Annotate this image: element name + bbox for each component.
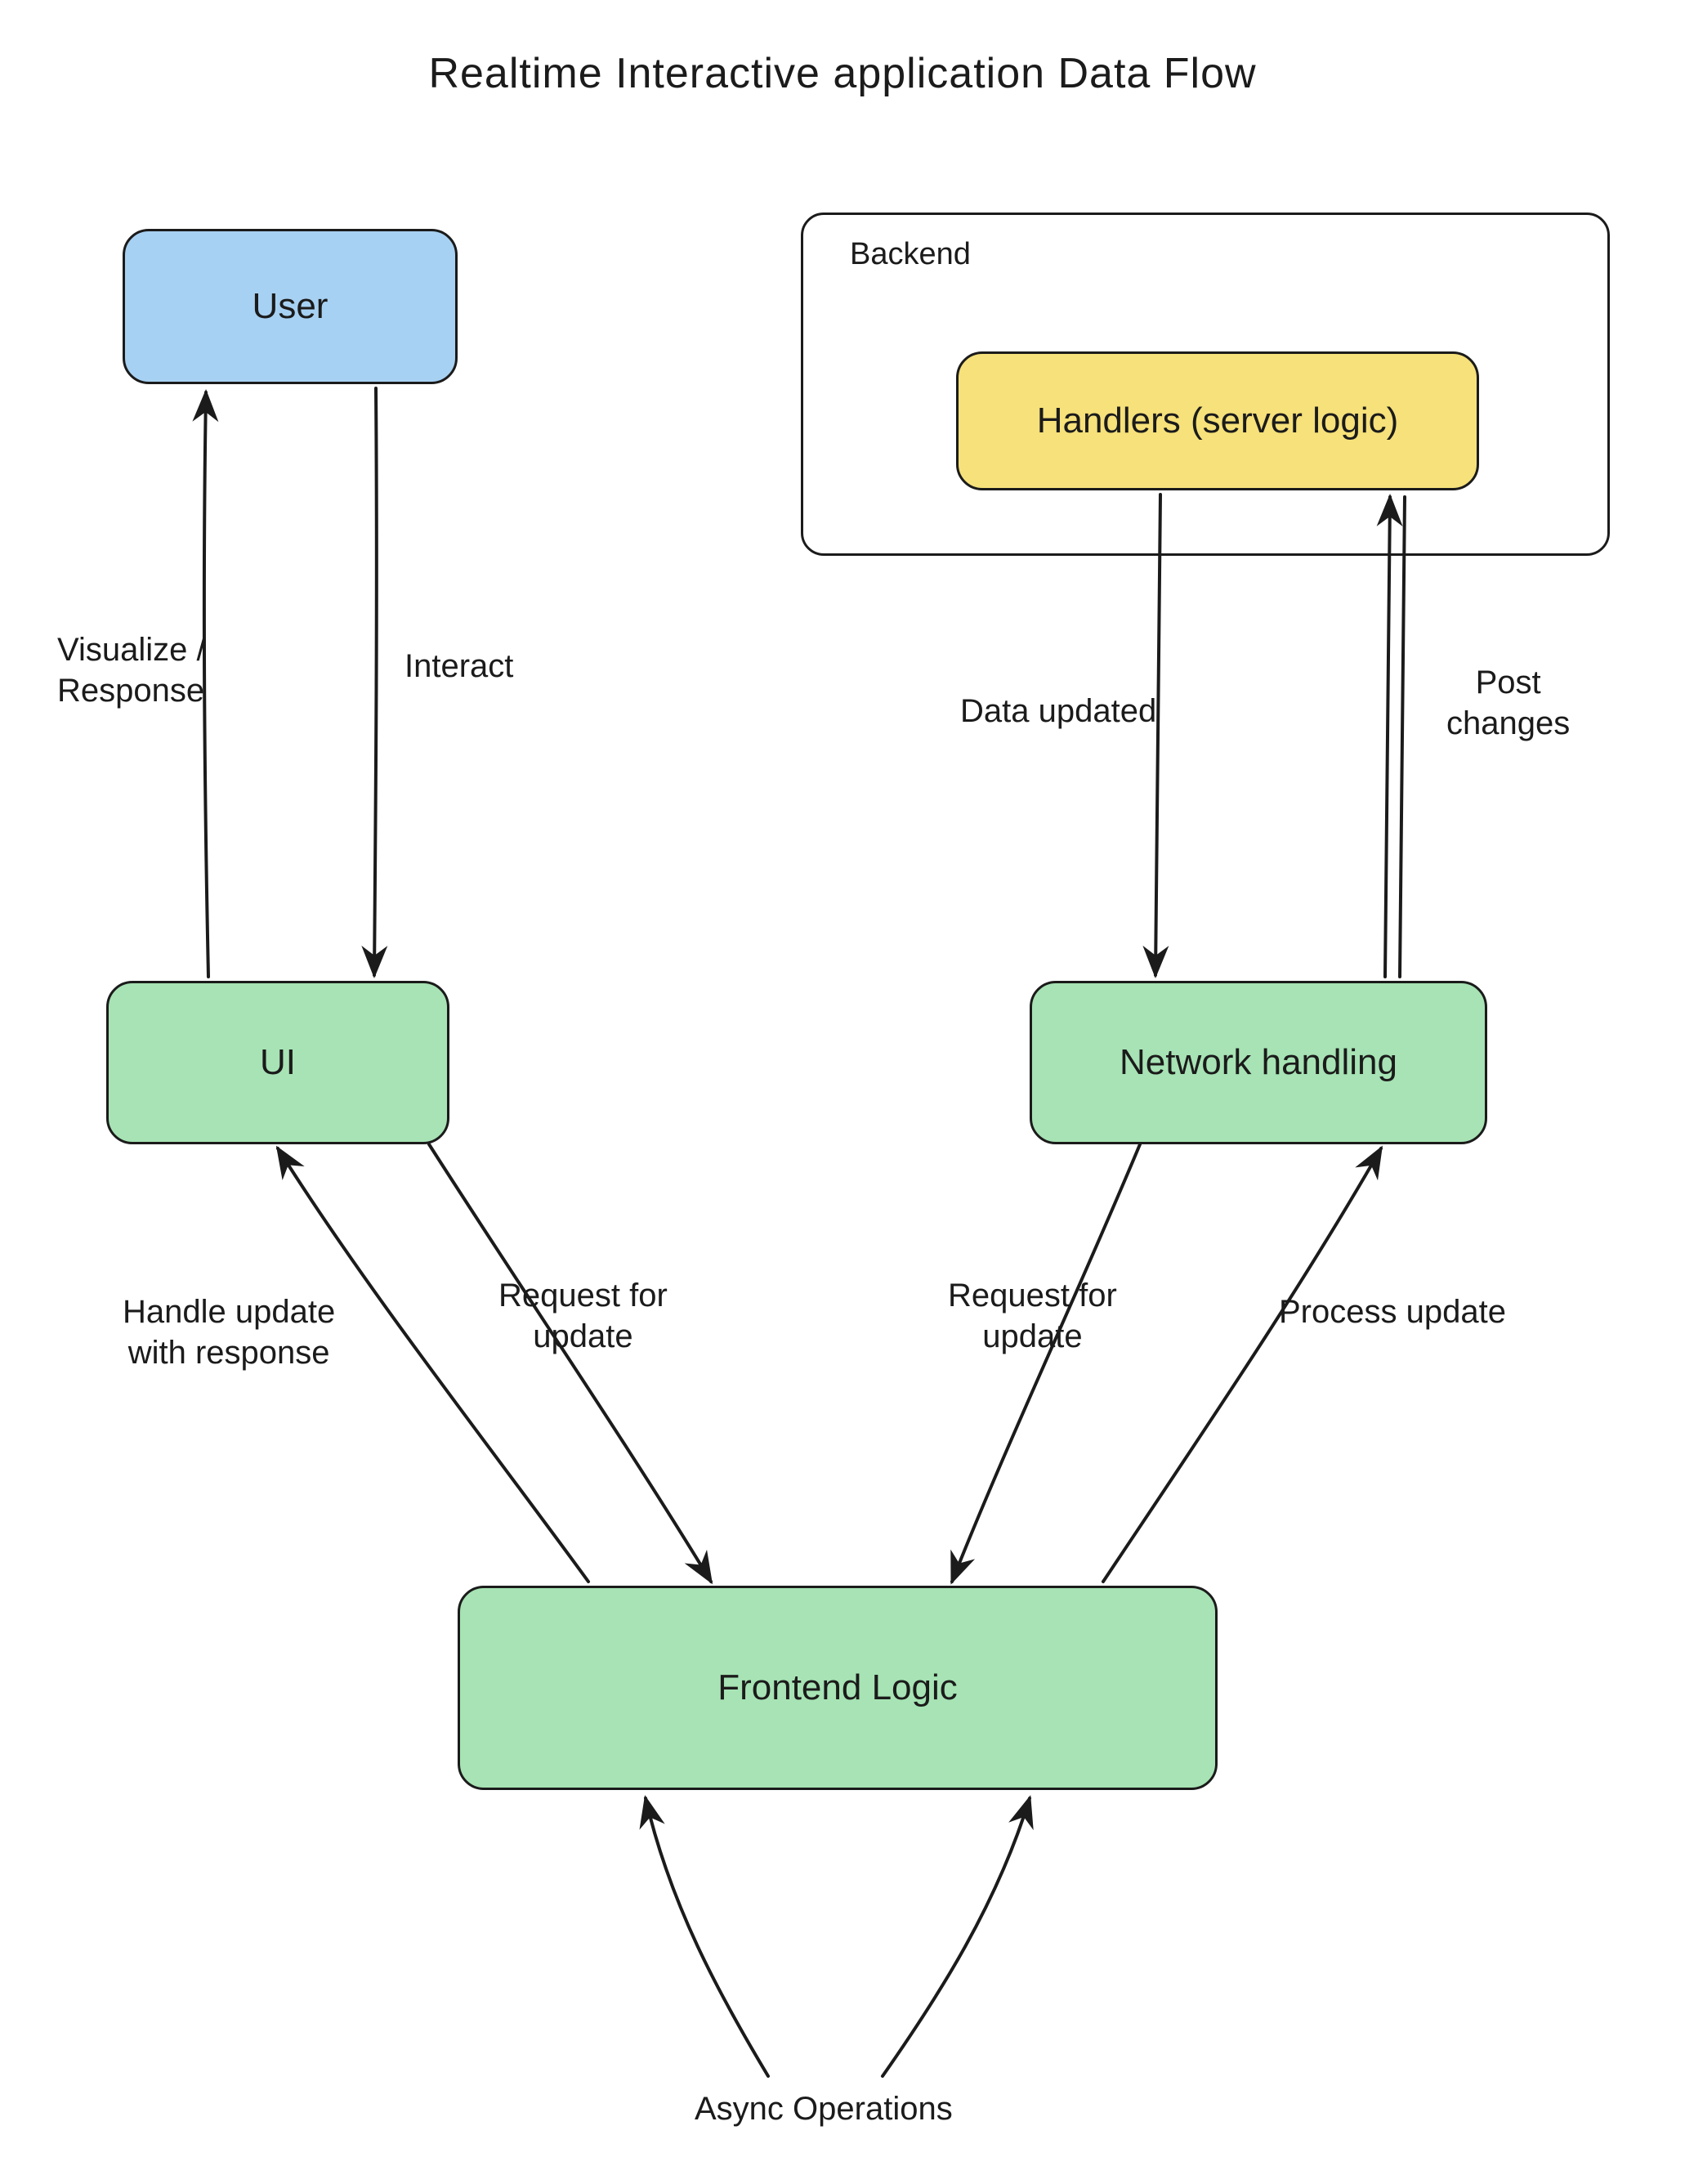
backend-group-label: Backend: [850, 237, 971, 272]
node-network: Network handling: [1030, 981, 1487, 1144]
edge-label-process-update: Process update: [1279, 1291, 1506, 1332]
edge-label-request-update-left: Request for update: [498, 1275, 668, 1357]
node-network-label: Network handling: [1120, 1041, 1397, 1085]
diagram-stage: Realtime Interactive application Data Fl…: [0, 0, 1685, 2184]
node-user: User: [123, 229, 458, 384]
node-user-label: User: [253, 285, 329, 329]
edge-label-request-update-right: Request for update: [948, 1275, 1117, 1357]
edge-label-visualize: Visualize / Response: [57, 629, 206, 711]
edge-label-handle-update: Handle update with response: [123, 1291, 335, 1373]
edge-label-data-updated: Data updated: [960, 691, 1156, 732]
edge-label-async-ops: Async Operations: [695, 2088, 953, 2129]
node-ui: UI: [106, 981, 449, 1144]
diagram-title: Realtime Interactive application Data Fl…: [0, 49, 1685, 98]
node-handlers: Handlers (server logic): [956, 351, 1479, 490]
node-handlers-label: Handlers (server logic): [1037, 400, 1399, 443]
node-frontend-label: Frontend Logic: [717, 1667, 958, 1710]
edge-label-interact: Interact: [404, 646, 513, 687]
node-frontend: Frontend Logic: [458, 1586, 1218, 1790]
edge-label-post-changes: Post changes: [1446, 662, 1570, 744]
node-ui-label: UI: [260, 1041, 296, 1085]
